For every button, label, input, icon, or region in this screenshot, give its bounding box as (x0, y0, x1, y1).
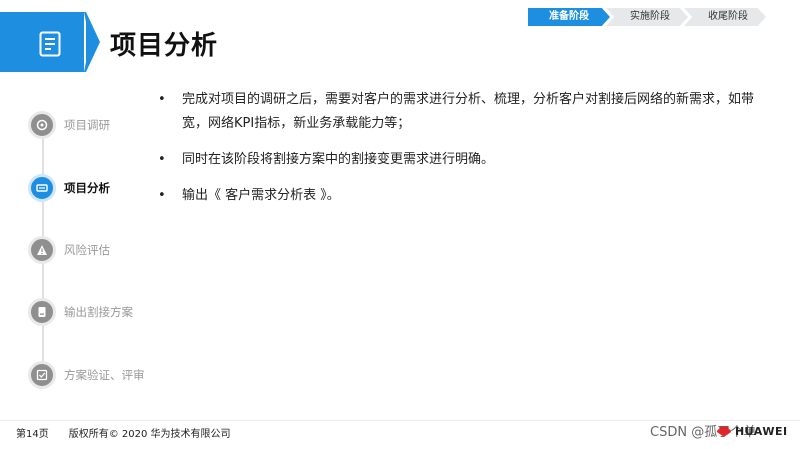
checklist-icon (28, 361, 56, 389)
page-title: 项目分析 (110, 31, 219, 61)
survey-icon (28, 111, 56, 139)
bullet-list: • 完成对项目的调研之后，需要对客户的需求进行分析、梳理，分析客户对割接后网络的… (152, 88, 772, 220)
bullet-item: • 同时在该阶段将割接方案中的割接变更需求进行明确。 (152, 148, 772, 172)
phase-step-close: 收尾阶段 (684, 8, 766, 26)
nav-item-output-plan: 输出割接方案 (28, 298, 133, 326)
nav-item-label: 项目调研 (64, 118, 110, 132)
phase-steps: 准备阶段 实施阶段 收尾阶段 (528, 8, 766, 26)
bullet-text: 同时在该阶段将割接方案中的割接变更需求进行明确。 (182, 152, 495, 167)
copyright-text: 版权所有© 2020 华为技术有限公司 (68, 429, 231, 440)
nav-item-verification: 方案验证、评审 (28, 361, 145, 389)
document-icon (39, 31, 61, 57)
warning-icon (28, 236, 56, 264)
phase-step-implement: 实施阶段 (606, 8, 688, 26)
nav-item-label: 方案验证、评审 (64, 368, 145, 382)
brand-name: HUAWEI (735, 425, 788, 438)
bullet-text: 输出《 客户需求分析表 》。 (182, 188, 340, 203)
bullet-item: • 完成对项目的调研之后，需要对客户的需求进行分析、梳理，分析客户对割接后网络的… (152, 88, 772, 136)
nav-item-analysis: 项目分析 (28, 174, 110, 202)
bullet-marker: • (158, 188, 166, 203)
bullet-item: • 输出《 客户需求分析表 》。 (152, 184, 772, 208)
huawei-flower-icon (717, 426, 731, 437)
huawei-logo: HUAWEI (716, 425, 788, 438)
nav-item-label: 输出割接方案 (64, 305, 133, 319)
nav-item-label: 风险评估 (64, 243, 110, 257)
footer: 第14页 版权所有© 2020 华为技术有限公司 (16, 425, 231, 440)
header-chevron (86, 12, 100, 72)
nav-item-risk: 风险评估 (28, 236, 110, 264)
phase-step-prepare: 准备阶段 (528, 8, 610, 26)
slide: 项目分析 准备阶段 实施阶段 收尾阶段 项目调研 项目分析 风险评估 输出割接方… (0, 0, 800, 449)
document-icon (28, 298, 56, 326)
page-number: 第14页 (16, 429, 49, 440)
bullet-marker: • (158, 152, 166, 167)
nav-item-label: 项目分析 (64, 181, 110, 195)
bullet-text: 完成对项目的调研之后，需要对客户的需求进行分析、梳理，分析客户对割接后网络的新需… (182, 92, 755, 131)
bullet-marker: • (158, 92, 166, 107)
nav-item-survey: 项目调研 (28, 111, 110, 139)
analysis-icon (28, 174, 56, 202)
